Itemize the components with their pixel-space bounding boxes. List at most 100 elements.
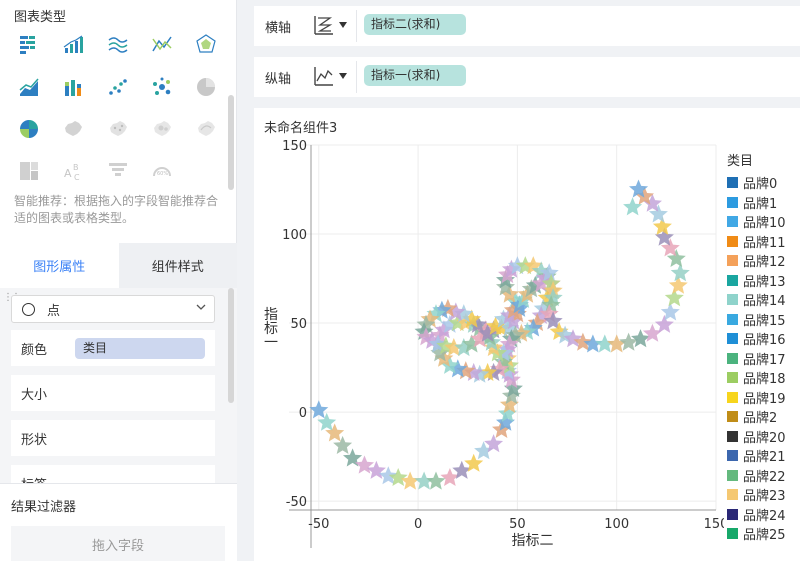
legend-item[interactable]: 品牌2 [727, 407, 800, 427]
star-point [388, 468, 408, 486]
wave-line-icon[interactable] [104, 30, 132, 58]
donut-icon[interactable] [15, 115, 43, 143]
legend-item[interactable]: 品牌1 [727, 193, 800, 213]
legend-swatch [727, 177, 738, 189]
x-axis-label: 横轴 [265, 21, 292, 36]
x-axis-field-pill[interactable]: 指标二(求和) [364, 14, 466, 35]
x-axis-title: 指标二 [512, 533, 554, 549]
y-axis-caret-icon[interactable] [339, 73, 347, 79]
legend-swatch [727, 528, 738, 540]
legend-swatch [727, 352, 738, 364]
y-axis-label: 纵轴 [265, 72, 292, 87]
x-tick-label: 50 [509, 517, 526, 532]
shape-property-row[interactable]: 形状 [11, 420, 215, 456]
graphic-properties-panel: ⋮⋮ 点 颜色 类目 大小 形状 标签 [0, 288, 237, 483]
bar-line-icon[interactable] [59, 30, 87, 58]
legend-label: 品牌14 [743, 294, 786, 310]
legend-item[interactable]: 品牌21 [727, 446, 800, 466]
word-cloud-icon[interactable]: ABC [59, 157, 87, 185]
legend-item[interactable]: 品牌17 [727, 349, 800, 369]
x-axis-caret-icon[interactable] [339, 22, 347, 28]
grouped-bar-icon[interactable] [15, 30, 43, 58]
properties-scrollbar[interactable] [228, 288, 234, 403]
drop-field-zone[interactable]: 拖入字段 [11, 526, 225, 561]
chart-component[interactable]: 未命名组件3 -50050100150-50050100150指标二指标一 类目… [254, 108, 800, 561]
legend-item[interactable]: 品牌23 [727, 485, 800, 505]
legend-swatch [727, 372, 738, 384]
legend-item[interactable]: 品牌15 [727, 310, 800, 330]
y-tick-label: 0 [299, 406, 307, 421]
star-point [623, 197, 643, 216]
star-point [426, 471, 446, 490]
shape-type-select[interactable]: 点 [11, 295, 215, 323]
tab-component-style[interactable]: 组件样式 [118, 243, 237, 288]
treemap-icon[interactable] [15, 157, 43, 185]
scatter-icon[interactable] [104, 73, 132, 101]
x-axis-bar: 横轴 指标二(求和) [254, 6, 800, 46]
x-tick-label: 100 [604, 517, 629, 532]
legend-label: 品牌1 [743, 196, 778, 212]
shape-label: 形状 [21, 432, 48, 448]
legend-item[interactable]: 品牌18 [727, 368, 800, 388]
legend-item[interactable]: 品牌12 [727, 251, 800, 271]
china-map-icon[interactable] [59, 115, 87, 143]
scatter-chart[interactable]: -50 0 50 100 150 -50 0 50 100 150 指标二 指标一 [254, 108, 724, 561]
legend-swatch [727, 489, 738, 501]
heat-map-icon[interactable] [148, 115, 176, 143]
color-property-row[interactable]: 颜色 类目 [11, 330, 215, 366]
svg-text:A: A [64, 167, 72, 180]
legend-swatch [727, 235, 738, 247]
result-filter-title: 结果过滤器 [11, 500, 77, 515]
legend-item[interactable]: 品牌20 [727, 427, 800, 447]
x-axis-chart-icon[interactable] [312, 13, 336, 37]
legend-swatch [727, 216, 738, 228]
svg-text:B: B [73, 163, 79, 172]
color-label: 颜色 [21, 342, 48, 358]
x-tick-label: 0 [414, 517, 422, 532]
x-axis-separator [356, 10, 357, 42]
legend-item[interactable]: 品牌14 [727, 290, 800, 310]
legend-label: 品牌17 [743, 352, 786, 368]
bubble-icon[interactable] [148, 73, 176, 101]
y-axis-chart-icon[interactable] [312, 64, 336, 88]
chart-legend: 类目 品牌0 品牌1 品牌10 品牌11 品牌12 品牌13 品牌14 品牌15 品牌16 品牌1… [727, 150, 800, 544]
legend-swatch [727, 430, 738, 442]
result-filter-section: 结果过滤器 拖入字段 [0, 483, 237, 561]
pie-icon[interactable] [192, 73, 220, 101]
label-label: 标签 [21, 474, 47, 484]
flow-map-icon[interactable] [192, 115, 220, 143]
x-tick-label: 150 [704, 517, 724, 532]
size-property-row[interactable]: 大小 [11, 375, 215, 411]
area-line-icon[interactable] [15, 73, 43, 101]
color-field-pill[interactable]: 类目 [75, 338, 205, 359]
dot-map-icon[interactable] [104, 115, 132, 143]
legend-label: 品牌12 [743, 255, 786, 271]
legend-item[interactable]: 品牌13 [727, 271, 800, 291]
multi-line-icon[interactable] [148, 30, 176, 58]
y-axis-title: 指标一 [262, 307, 278, 349]
legend-item[interactable]: 品牌22 [727, 466, 800, 486]
legend-item[interactable]: 品牌24 [727, 505, 800, 525]
tab-graphic-properties[interactable]: 图形属性 [0, 243, 119, 288]
legend-item[interactable]: 品牌10 [727, 212, 800, 232]
label-property-row[interactable]: 标签 [11, 465, 215, 483]
legend-label: 品牌2 [743, 411, 778, 427]
legend-swatch [727, 255, 738, 267]
legend-item[interactable]: 品牌0 [727, 173, 800, 193]
y-tick-label: 50 [290, 317, 307, 332]
legend-swatch [727, 294, 738, 306]
legend-item[interactable]: 品牌11 [727, 232, 800, 252]
smart-recommend-text: 智能推荐：根据拖入的字段智能推荐合适的图表或表格类型。 [14, 194, 219, 225]
chart-type-scrollbar[interactable] [228, 95, 234, 190]
legend-label: 品牌15 [743, 313, 786, 329]
funnel-icon[interactable] [104, 157, 132, 185]
legend-item[interactable]: 品牌25 [727, 524, 800, 544]
gauge-icon[interactable]: 60% [148, 157, 176, 185]
legend-item[interactable]: 品牌16 [727, 329, 800, 349]
radar-icon[interactable] [192, 30, 220, 58]
y-axis-separator [356, 61, 357, 93]
legend-item[interactable]: 品牌19 [727, 388, 800, 408]
legend-label: 品牌19 [743, 391, 786, 407]
y-axis-field-pill[interactable]: 指标一(求和) [364, 65, 466, 86]
stacked-bar-icon[interactable] [59, 73, 87, 101]
